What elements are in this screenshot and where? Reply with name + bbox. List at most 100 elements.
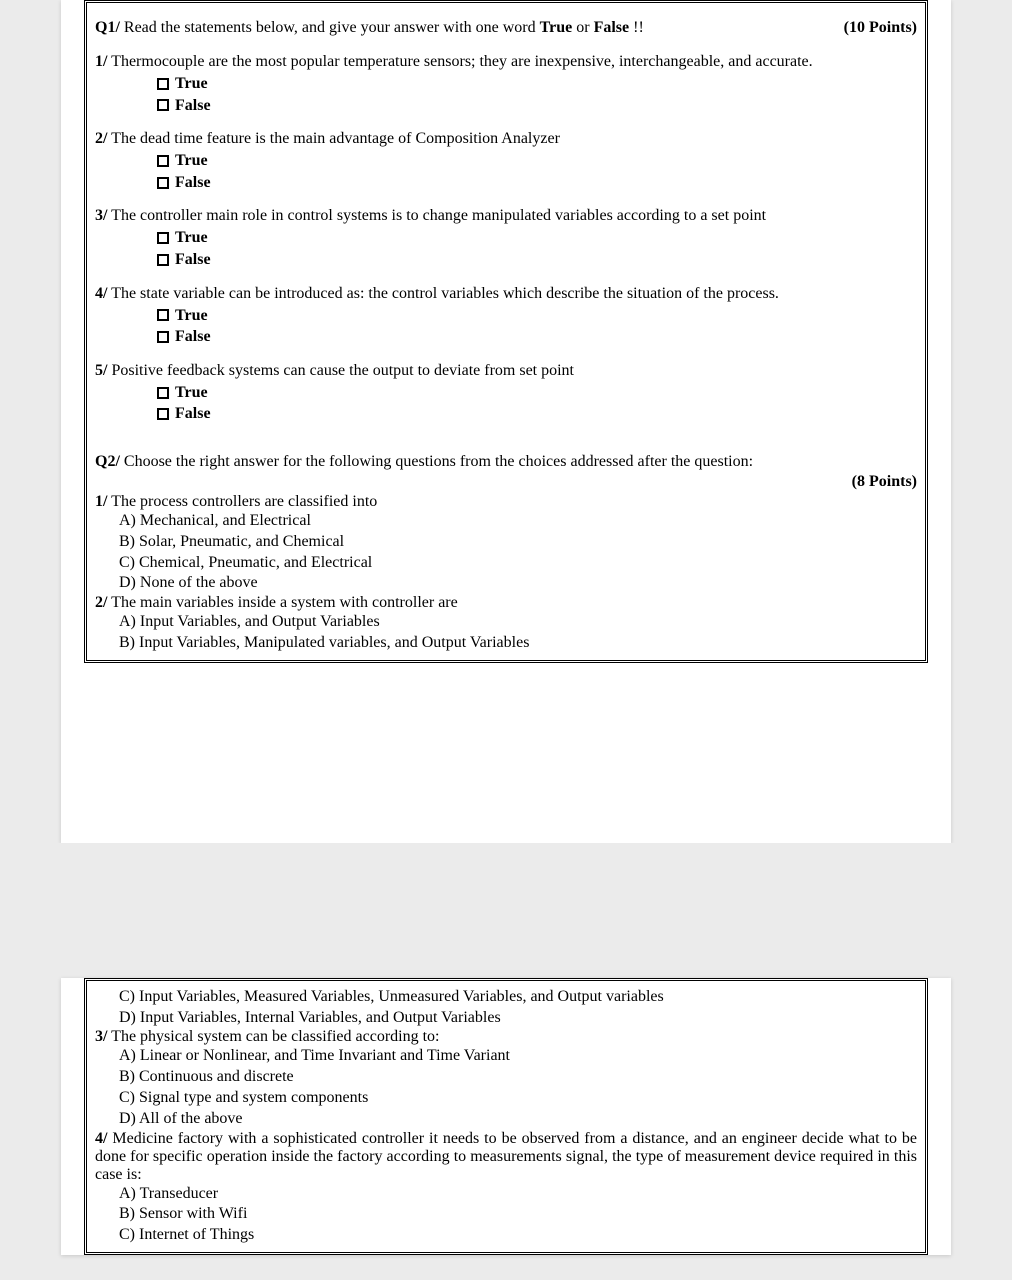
mc-option[interactable]: A) Input Variables, and Output Variables (119, 612, 917, 633)
mc-question: 1/ The process controllers are classifie… (95, 493, 917, 511)
true-false-options: TrueFalse (157, 73, 917, 116)
mc-number: 3/ (95, 1028, 107, 1045)
statement-text: The controller main role in control syst… (107, 207, 766, 224)
true-false-options: TrueFalse (157, 305, 917, 348)
mc-option[interactable]: B) Sensor with Wifi (119, 1204, 917, 1225)
option-label: False (175, 326, 211, 348)
q1-bangs: !! (629, 19, 644, 36)
q2-label: Q2/ (95, 453, 120, 470)
checkbox-icon (157, 254, 169, 266)
checkbox-icon (157, 408, 169, 420)
q1-false: False (594, 19, 630, 36)
q1-statement: 3/ The controller main role in control s… (95, 207, 917, 225)
mc-text: The process controllers are classified i… (107, 493, 377, 510)
q2-instruction: Choose the right answer for the followin… (120, 453, 753, 470)
mc-number: 2/ (95, 594, 107, 611)
mc-option[interactable]: D) All of the above (119, 1109, 917, 1130)
statement-text: Positive feedback systems can cause the … (107, 362, 574, 379)
mc-text: The physical system can be classified ac… (107, 1028, 439, 1045)
option-true[interactable]: True (157, 150, 917, 172)
statement-number: 4/ (95, 285, 107, 302)
mc-option[interactable]: D) None of the above (119, 573, 917, 594)
q2-points: (8 Points) (95, 473, 917, 491)
option-false[interactable]: False (157, 326, 917, 348)
q2-items-page2: 3/ The physical system can be classified… (95, 1028, 917, 1246)
option-label: True (175, 305, 208, 327)
q1-header: Q1/ Read the statements below, and give … (95, 19, 917, 37)
mc-option[interactable]: B) Input Variables, Manipulated variable… (119, 633, 917, 654)
checkbox-icon (157, 155, 169, 167)
mc-option[interactable]: C) Input Variables, Measured Variables, … (119, 987, 917, 1008)
option-label: True (175, 227, 208, 249)
q1-title: Q1/ Read the statements below, and give … (95, 19, 644, 37)
q1-label: Q1/ (95, 19, 120, 36)
checkbox-icon (157, 78, 169, 90)
q1-points: (10 Points) (844, 19, 917, 37)
mc-option[interactable]: B) Solar, Pneumatic, and Chemical (119, 532, 917, 553)
option-true[interactable]: True (157, 73, 917, 95)
option-label: False (175, 249, 211, 271)
option-false[interactable]: False (157, 403, 917, 425)
q1-statement: 4/ The state variable can be introduced … (95, 285, 917, 303)
mc-option[interactable]: D) Input Variables, Internal Variables, … (119, 1008, 917, 1029)
checkbox-icon (157, 99, 169, 111)
option-label: False (175, 95, 211, 117)
checkbox-icon (157, 177, 169, 189)
mc-option[interactable]: C) Internet of Things (119, 1225, 917, 1246)
mc-option[interactable]: A) Mechanical, and Electrical (119, 511, 917, 532)
option-label: False (175, 172, 211, 194)
option-false[interactable]: False (157, 95, 917, 117)
checkbox-icon (157, 387, 169, 399)
mc-question: 4/ Medicine factory with a sophisticated… (95, 1130, 917, 1184)
statement-text: Thermocouple are the most popular temper… (107, 53, 812, 70)
q1-statement: 5/ Positive feedback systems can cause t… (95, 362, 917, 380)
mc-options: A) Mechanical, and ElectricalB) Solar, P… (119, 511, 917, 594)
mc-option[interactable]: A) Linear or Nonlinear, and Time Invaria… (119, 1046, 917, 1067)
document-page-1: Q1/ Read the statements below, and give … (61, 0, 951, 843)
mc-options: A) Input Variables, and Output Variables… (119, 612, 917, 654)
mc-number: 4/ (95, 1130, 107, 1147)
option-true[interactable]: True (157, 382, 917, 404)
checkbox-icon (157, 232, 169, 244)
content-frame: Q1/ Read the statements below, and give … (84, 0, 928, 663)
q1-statement: 2/ The dead time feature is the main adv… (95, 130, 917, 148)
document-page-2: C) Input Variables, Measured Variables, … (61, 978, 951, 1255)
mc-option[interactable]: B) Continuous and discrete (119, 1067, 917, 1088)
option-true[interactable]: True (157, 227, 917, 249)
mc-option[interactable]: A) Transeducer (119, 1184, 917, 1205)
statement-number: 2/ (95, 130, 107, 147)
statement-number: 5/ (95, 362, 107, 379)
option-label: True (175, 150, 208, 172)
mc-text: The main variables inside a system with … (107, 594, 457, 611)
statement-number: 3/ (95, 207, 107, 224)
q2-items-page1: 1/ The process controllers are classifie… (95, 493, 917, 654)
q2-item2-cont-options: C) Input Variables, Measured Variables, … (119, 987, 917, 1029)
option-label: False (175, 403, 211, 425)
option-false[interactable]: False (157, 249, 917, 271)
statement-text: The state variable can be introduced as:… (107, 285, 778, 302)
q2-header: Q2/ Choose the right answer for the foll… (95, 453, 917, 471)
q1-statements: 1/ Thermocouple are the most popular tem… (95, 53, 917, 425)
mc-options: A) TranseducerB) Sensor with WifiC) Inte… (119, 1184, 917, 1246)
mc-option[interactable]: C) Signal type and system components (119, 1088, 917, 1109)
option-true[interactable]: True (157, 305, 917, 327)
true-false-options: TrueFalse (157, 150, 917, 193)
mc-question: 2/ The main variables inside a system wi… (95, 594, 917, 612)
page-gap (0, 843, 1012, 873)
mc-text: Medicine factory with a sophisticated co… (95, 1130, 917, 1183)
mc-option[interactable]: C) Chemical, Pneumatic, and Electrical (119, 553, 917, 574)
mc-question: 3/ The physical system can be classified… (95, 1028, 917, 1046)
q1-statement: 1/ Thermocouple are the most popular tem… (95, 53, 917, 71)
q1-or: or (572, 19, 593, 36)
statement-text: The dead time feature is the main advant… (107, 130, 559, 147)
option-false[interactable]: False (157, 172, 917, 194)
statement-number: 1/ (95, 53, 107, 70)
mc-number: 1/ (95, 493, 107, 510)
q1-instruction-a: Read the statements below, and give your… (120, 19, 540, 36)
mc-options: A) Linear or Nonlinear, and Time Invaria… (119, 1046, 917, 1129)
checkbox-icon (157, 309, 169, 321)
option-label: True (175, 382, 208, 404)
content-frame: C) Input Variables, Measured Variables, … (84, 978, 928, 1255)
q1-true: True (540, 19, 573, 36)
true-false-options: TrueFalse (157, 227, 917, 270)
